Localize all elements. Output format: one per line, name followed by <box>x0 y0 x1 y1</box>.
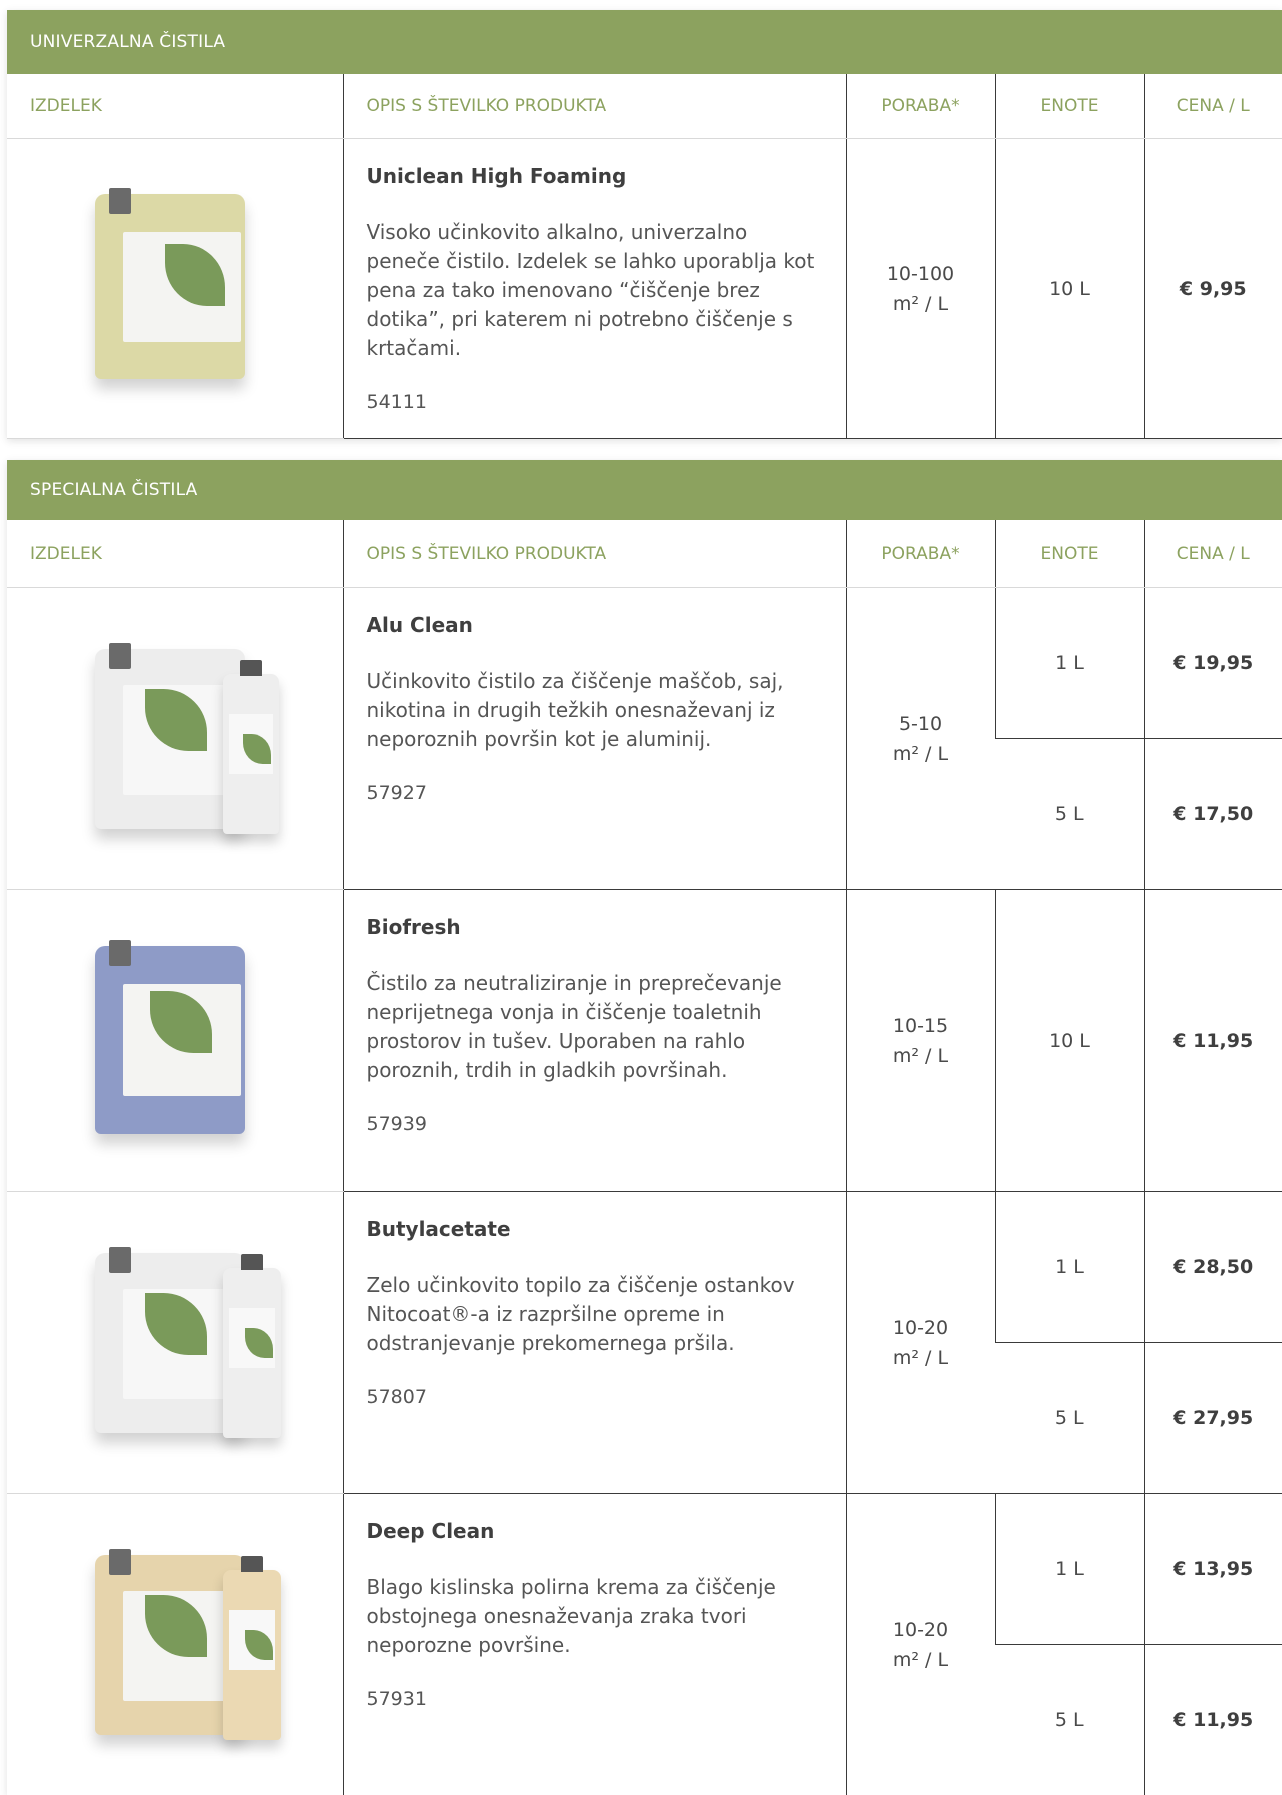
product-name: Biofresh <box>367 915 816 939</box>
product-description: Visoko učinkovito alkalno, univerzalno p… <box>367 218 816 363</box>
usage-cell: 10-20 m² / L <box>846 1192 995 1494</box>
col-header-description: OPIS S ŠTEVILKO PRODUKTA <box>343 74 846 139</box>
unit-cell: 10 L <box>995 890 1144 1192</box>
usage-unit: m² / L <box>847 1645 995 1675</box>
product-image <box>55 184 295 394</box>
unit-cell: 5 L <box>995 1645 1144 1795</box>
table-row: Biofresh Čistilo za neutraliziranje in p… <box>7 890 1282 1192</box>
product-number: 57807 <box>367 1386 816 1408</box>
usage-value: 10-20 <box>847 1615 995 1645</box>
price-cell: € 9,95 <box>1144 139 1282 439</box>
usage-unit: m² / L <box>847 1041 995 1071</box>
unit-cell: 1 L <box>995 588 1144 739</box>
product-image <box>55 936 295 1146</box>
product-number: 57927 <box>367 782 816 804</box>
product-number: 57939 <box>367 1113 816 1135</box>
col-header-product: IZDELEK <box>7 74 343 139</box>
product-number: 57931 <box>367 1688 816 1710</box>
product-table: IZDELEK OPIS S ŠTEVILKO PRODUKTA PORABA*… <box>7 74 1282 439</box>
col-header-product: IZDELEK <box>7 520 343 588</box>
product-description: Čistilo za neutraliziranje in preprečeva… <box>367 969 816 1085</box>
section-title: UNIVERZALNA ČISTILA <box>7 10 1282 74</box>
price-cell: € 27,95 <box>1144 1343 1282 1494</box>
table-row: Deep Clean Blago kislinska polirna krema… <box>7 1494 1282 1645</box>
product-description-cell: Butylacetate Zelo učinkovito topilo za č… <box>343 1192 846 1494</box>
usage-value: 10-15 <box>847 1011 995 1041</box>
usage-unit: m² / L <box>847 289 995 319</box>
price-cell: € 11,95 <box>1144 890 1282 1192</box>
table-header-row: IZDELEK OPIS S ŠTEVILKO PRODUKTA PORABA*… <box>7 74 1282 139</box>
product-name: Butylacetate <box>367 1217 816 1241</box>
usage-cell: 5-10 m² / L <box>846 588 995 890</box>
product-name: Alu Clean <box>367 613 816 637</box>
usage-value: 5-10 <box>847 709 995 739</box>
table-header-row: IZDELEK OPIS S ŠTEVILKO PRODUKTA PORABA*… <box>7 520 1282 588</box>
section-universal-cleaners: UNIVERZALNA ČISTILA IZDELEK OPIS S ŠTEVI… <box>7 10 1282 439</box>
table-row: Uniclean High Foaming Visoko učinkovito … <box>7 139 1282 439</box>
product-description-cell: Biofresh Čistilo za neutraliziranje in p… <box>343 890 846 1192</box>
unit-cell: 1 L <box>995 1192 1144 1343</box>
product-description: Zelo učinkovito topilo za čiščenje ostan… <box>367 1271 816 1358</box>
product-number: 54111 <box>367 391 816 413</box>
usage-unit: m² / L <box>847 739 995 769</box>
table-row: Butylacetate Zelo učinkovito topilo za č… <box>7 1192 1282 1343</box>
product-table: IZDELEK OPIS S ŠTEVILKO PRODUKTA PORABA*… <box>7 520 1282 1795</box>
price-cell: € 28,50 <box>1144 1192 1282 1343</box>
price-cell: € 19,95 <box>1144 588 1282 739</box>
section-special-cleaners: SPECIALNA ČISTILA IZDELEK OPIS S ŠTEVILK… <box>7 460 1282 1795</box>
product-name: Uniclean High Foaming <box>367 164 816 188</box>
product-image-cell <box>7 1494 343 1795</box>
product-description-cell: Alu Clean Učinkovito čistilo za čiščenje… <box>343 588 846 890</box>
unit-cell: 5 L <box>995 739 1144 890</box>
unit-cell: 10 L <box>995 139 1144 439</box>
usage-cell: 10-15 m² / L <box>846 890 995 1192</box>
section-title: SPECIALNA ČISTILA <box>7 460 1282 520</box>
product-description-cell: Deep Clean Blago kislinska polirna krema… <box>343 1494 846 1795</box>
product-image-cell <box>7 1192 343 1494</box>
col-header-description: OPIS S ŠTEVILKO PRODUKTA <box>343 520 846 588</box>
col-header-price: CENA / L <box>1144 520 1282 588</box>
product-name: Deep Clean <box>367 1519 816 1543</box>
price-cell: € 17,50 <box>1144 739 1282 890</box>
col-header-usage: PORABA* <box>846 520 995 588</box>
product-description: Blago kislinska polirna krema za čiščenj… <box>367 1573 816 1660</box>
product-description-cell: Uniclean High Foaming Visoko učinkovito … <box>343 139 846 439</box>
product-image-cell <box>7 588 343 890</box>
col-header-usage: PORABA* <box>846 74 995 139</box>
product-description: Učinkovito čistilo za čiščenje maščob, s… <box>367 667 816 754</box>
unit-cell: 5 L <box>995 1343 1144 1494</box>
unit-cell: 1 L <box>995 1494 1144 1645</box>
table-row: Alu Clean Učinkovito čistilo za čiščenje… <box>7 588 1282 739</box>
col-header-price: CENA / L <box>1144 74 1282 139</box>
product-image <box>55 1238 295 1448</box>
usage-unit: m² / L <box>847 1343 995 1373</box>
usage-cell: 10-20 m² / L <box>846 1494 995 1795</box>
usage-cell: 10-100 m² / L <box>846 139 995 439</box>
usage-value: 10-20 <box>847 1313 995 1343</box>
usage-value: 10-100 <box>847 259 995 289</box>
product-image <box>55 1540 295 1750</box>
product-image-cell <box>7 139 343 439</box>
price-cell: € 11,95 <box>1144 1645 1282 1795</box>
product-image <box>55 634 295 844</box>
price-cell: € 13,95 <box>1144 1494 1282 1645</box>
col-header-units: ENOTE <box>995 520 1144 588</box>
col-header-units: ENOTE <box>995 74 1144 139</box>
product-image-cell <box>7 890 343 1192</box>
